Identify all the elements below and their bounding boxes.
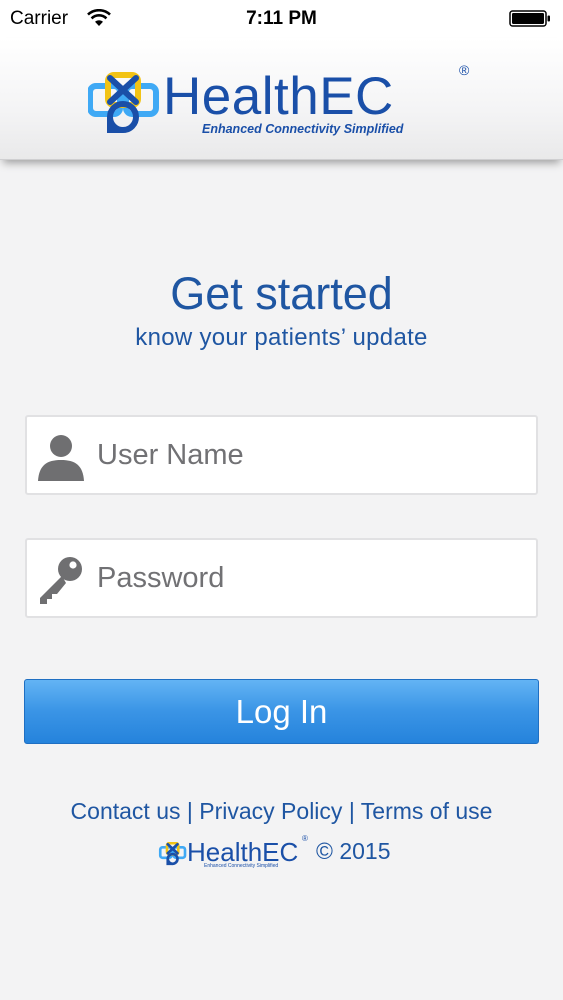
username-field[interactable] [25, 415, 538, 495]
app-header: HealthEC ® Enhanced Connectivity Simplif… [0, 38, 563, 160]
password-field[interactable] [25, 538, 538, 618]
link-separator: | [186, 798, 193, 824]
privacy-policy-link[interactable]: Privacy Policy [199, 798, 342, 824]
key-icon [40, 557, 82, 604]
link-separator: | [348, 798, 355, 824]
contact-us-link[interactable]: Contact us [71, 798, 181, 824]
footer-links: Contact us | Privacy Policy | Terms of u… [0, 798, 563, 825]
healthec-logo-small-icon [158, 842, 187, 866]
registered-mark: ® [459, 62, 470, 78]
battery-icon [509, 10, 550, 27]
footer-brand: HealthEC ® Enhanced Connectivity Simplif… [0, 834, 563, 871]
footer-registered-mark: ® [302, 834, 308, 843]
footer-brand-tagline: Enhanced Connectivity Simplified [204, 863, 279, 869]
brand-name: HealthEC [163, 67, 394, 126]
user-icon [38, 435, 84, 481]
login-button[interactable]: Log In [24, 679, 539, 744]
status-bar: Carrier 7:11 PM [0, 0, 563, 38]
status-time: 7:11 PM [246, 8, 317, 29]
page-subtitle: know your patients’ update [135, 324, 428, 351]
healthec-logo-icon [88, 72, 159, 133]
username-input[interactable] [97, 417, 527, 493]
page-title: Get started [170, 268, 393, 319]
terms-of-use-link[interactable]: Terms of use [361, 798, 493, 824]
brand-tagline: Enhanced Connectivity Simplified [202, 122, 404, 136]
password-input[interactable] [97, 540, 527, 616]
copyright-text: © 2015 [316, 838, 391, 864]
